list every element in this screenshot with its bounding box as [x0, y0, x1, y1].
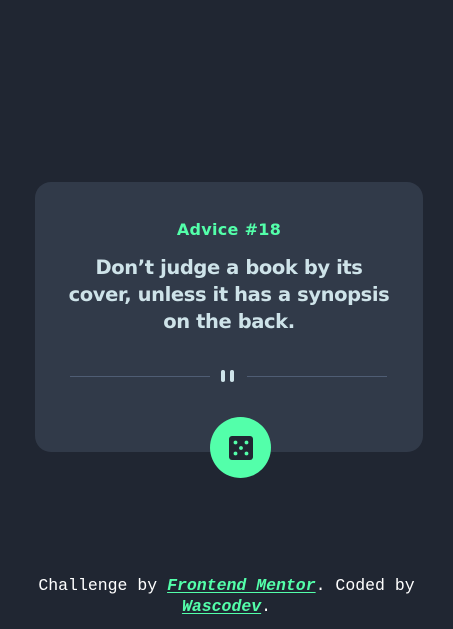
- attribution-suffix: .: [261, 597, 272, 616]
- pause-bar-right: [230, 370, 234, 382]
- attribution-footer: Challenge by Frontend Mentor. Coded by W…: [0, 575, 453, 617]
- divider: [70, 368, 387, 384]
- frontend-mentor-link[interactable]: Frontend Mentor: [167, 576, 316, 595]
- pause-bar-left: [221, 370, 225, 382]
- pause-icon: [221, 370, 237, 382]
- author-link[interactable]: Wascodev: [182, 597, 261, 616]
- attribution-middle: . Coded by: [315, 576, 415, 595]
- advice-id-label: Advice #18: [176, 220, 282, 239]
- attribution-prefix: Challenge by: [38, 576, 168, 595]
- divider-line-right: [247, 376, 387, 377]
- dice-icon: [228, 435, 253, 460]
- advice-quote: Don’t judge a book by its cover, unless …: [68, 256, 390, 333]
- divider-line-left: [70, 376, 210, 377]
- advice-card: Advice #18 Don’t judge a book by its cov…: [35, 182, 423, 452]
- new-advice-button[interactable]: [210, 417, 271, 478]
